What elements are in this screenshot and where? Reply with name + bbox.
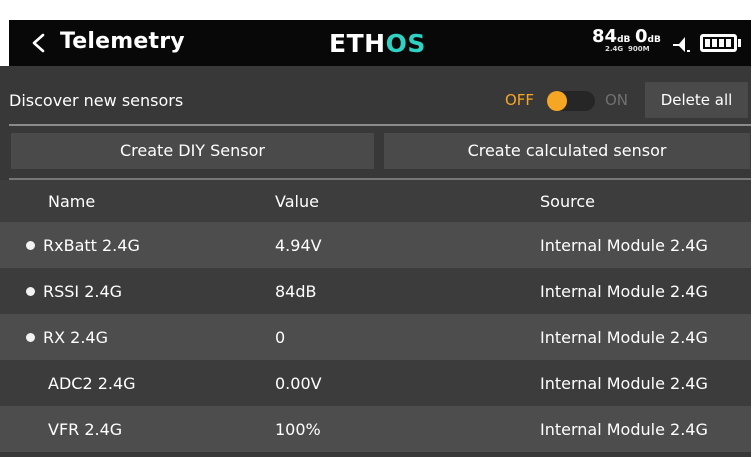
discover-sensors-row: Discover new sensors OFF ON Delete all bbox=[0, 66, 751, 123]
rssi-24-value: 84 bbox=[592, 26, 618, 47]
sensor-name: RX 2.4G bbox=[43, 328, 109, 347]
toggle-knob bbox=[547, 91, 567, 111]
sensor-value: 0 bbox=[275, 328, 286, 347]
rssi-24-indicator: 84dB bbox=[592, 26, 630, 60]
sensor-value: 100% bbox=[275, 420, 321, 439]
discover-sensors-toggle[interactable] bbox=[547, 91, 595, 111]
battery-icon bbox=[700, 34, 741, 52]
rssi-900-unit: dB bbox=[647, 35, 661, 45]
sensor-value: 4.94V bbox=[275, 236, 322, 255]
create-calculated-sensor-button[interactable]: Create calculated sensor bbox=[384, 133, 750, 169]
table-row[interactable]: RxBatt 2.4G 4.94V Internal Module 2.4G bbox=[0, 222, 751, 268]
toggle-off-label: OFF bbox=[505, 91, 535, 109]
table-row[interactable]: VFR 2.4G 100% Internal Module 2.4G bbox=[0, 406, 751, 452]
create-diy-sensor-button[interactable]: Create DIY Sensor bbox=[11, 133, 374, 169]
logo-text-main: ETH bbox=[329, 29, 386, 58]
sensor-value: 84dB bbox=[275, 282, 317, 301]
sensor-source: Internal Module 2.4G bbox=[540, 282, 708, 301]
logo-text-accent: OS bbox=[385, 29, 426, 58]
sensor-source: Internal Module 2.4G bbox=[540, 420, 708, 439]
column-header-name: Name bbox=[48, 192, 96, 211]
rssi-24-unit: dB bbox=[617, 35, 631, 45]
sensor-name: RxBatt 2.4G bbox=[43, 236, 140, 255]
telemetry-panel: Discover new sensors OFF ON Delete all C… bbox=[0, 66, 751, 457]
discover-sensors-label: Discover new sensors bbox=[9, 91, 184, 110]
table-row[interactable]: RSSI 2.4G 84dB Internal Module 2.4G bbox=[0, 268, 751, 314]
rssi-900-value: 0 bbox=[635, 26, 648, 47]
sensor-source: Internal Module 2.4G bbox=[540, 236, 708, 255]
toggle-on-label: ON bbox=[605, 91, 629, 109]
page-title: Telemetry bbox=[60, 29, 185, 54]
active-sensor-dot bbox=[26, 287, 35, 296]
column-header-source: Source bbox=[540, 192, 595, 211]
band-900-label: 900M bbox=[628, 45, 650, 53]
table-row[interactable]: ADC2 2.4G 0.00V Internal Module 2.4G bbox=[0, 360, 751, 406]
sensor-name: RSSI 2.4G bbox=[43, 282, 123, 301]
divider bbox=[9, 124, 751, 126]
sensor-name: ADC2 2.4G bbox=[48, 374, 136, 393]
table-header: Name Value Source bbox=[0, 180, 751, 222]
rssi-900-indicator: 0dB bbox=[635, 26, 661, 60]
band-24-label: 2.4G bbox=[605, 45, 624, 53]
sensor-name: VFR 2.4G bbox=[48, 420, 123, 439]
chevron-left-icon[interactable] bbox=[29, 33, 49, 53]
delete-all-button[interactable]: Delete all bbox=[645, 82, 748, 118]
signal-strength-icon bbox=[673, 37, 690, 52]
top-bar: Telemetry ETHOS 84dB 0dB 2.4G 900M bbox=[9, 20, 751, 66]
sensor-source: Internal Module 2.4G bbox=[540, 328, 708, 347]
screen: Telemetry ETHOS 84dB 0dB 2.4G 900M Disco… bbox=[0, 0, 753, 457]
active-sensor-dot bbox=[26, 333, 35, 342]
table-row[interactable]: RX 2.4G 0 Internal Module 2.4G bbox=[0, 314, 751, 360]
sensor-source: Internal Module 2.4G bbox=[540, 374, 708, 393]
column-header-value: Value bbox=[275, 192, 319, 211]
sensor-value: 0.00V bbox=[275, 374, 322, 393]
ethos-logo: ETHOS bbox=[329, 29, 426, 58]
active-sensor-dot bbox=[26, 241, 35, 250]
